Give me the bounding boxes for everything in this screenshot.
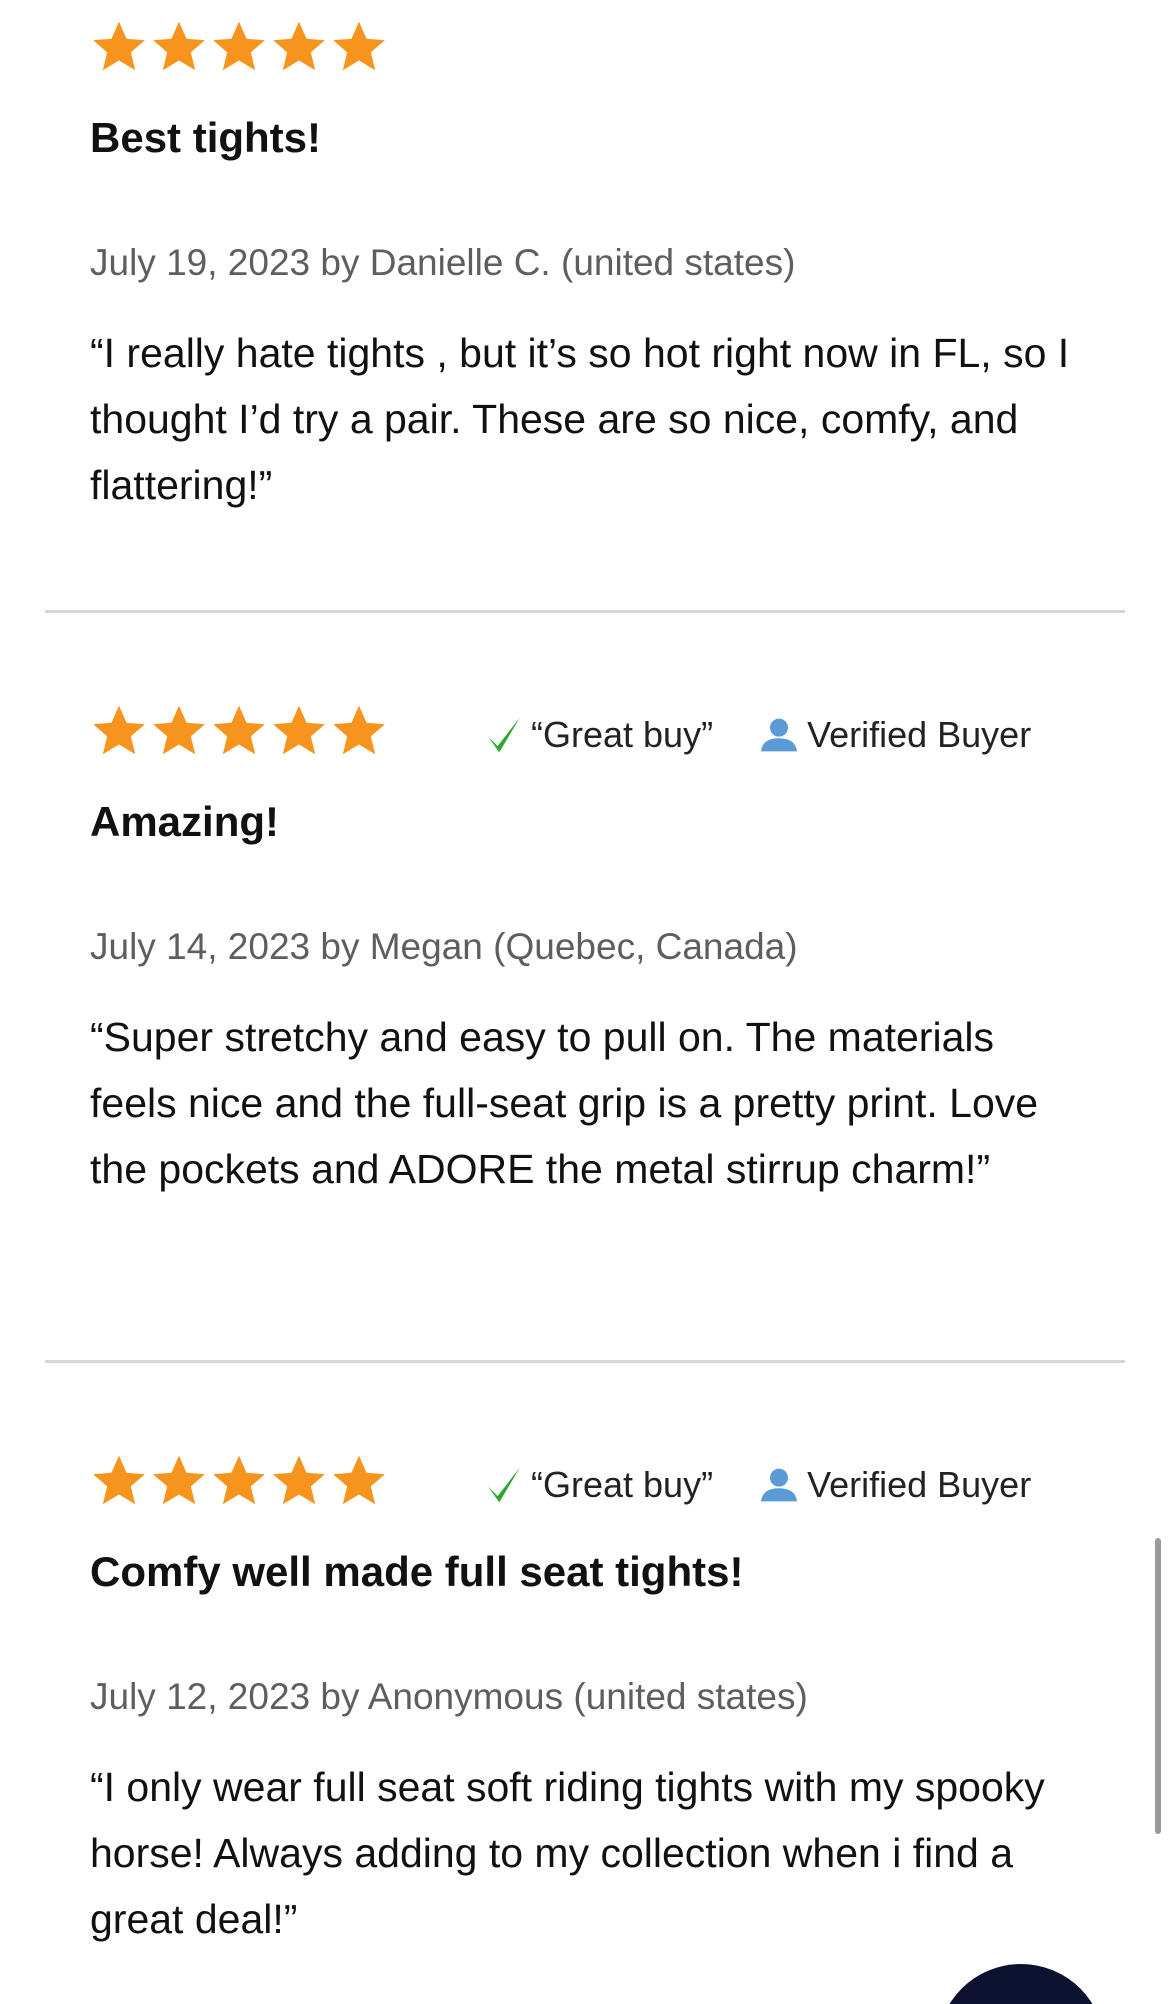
review-meta: July 14, 2023 by Megan (Quebec, Canada): [90, 926, 798, 967]
star-icon: [213, 705, 265, 755]
review-divider: [45, 610, 1125, 613]
star-icon: [333, 1455, 385, 1505]
star-icon: [273, 1455, 325, 1505]
verified-buyer-badge: Verified Buyer: [759, 1464, 1031, 1506]
review-text: “I only wear full seat soft riding tight…: [90, 1764, 1045, 1942]
star-rating: [90, 18, 388, 82]
star-icon: [213, 1455, 265, 1505]
verified-buyer-label: Verified Buyer: [807, 714, 1032, 755]
star-icon: [273, 705, 325, 755]
review-title: Comfy well made full seat tights!: [90, 1548, 744, 1595]
verified-buyer-badge: Verified Buyer: [759, 714, 1031, 756]
star-icon: [273, 21, 325, 71]
reviews-list: Best tights! July 19, 2023 by Danielle C…: [0, 0, 1170, 2004]
review-text: “I really hate tights , but it’s so hot …: [90, 330, 1070, 508]
checkmark-icon: [488, 1467, 520, 1503]
star-rating: [90, 1452, 388, 1516]
star-icon: [93, 1455, 145, 1505]
star-icon: [153, 1455, 205, 1505]
review-meta: July 12, 2023 by Anonymous (united state…: [90, 1676, 808, 1717]
review-badges: “Great buy” Verified Buyer: [485, 1464, 1031, 1506]
review-badges: “Great buy” Verified Buyer: [485, 714, 1031, 756]
star-icon: [333, 705, 385, 755]
great-buy-label: “Great buy”: [531, 714, 714, 755]
review-item: “Great buy” Verified Buyer Amazing! July…: [90, 702, 1090, 1302]
review-text: “Super stretchy and easy to pull on. The…: [90, 1014, 1039, 1192]
star-rating: [90, 702, 388, 766]
review-item: “Great buy” Verified Buyer Comfy well ma…: [90, 1452, 1090, 1992]
star-icon: [153, 21, 205, 71]
scrollbar[interactable]: [1155, 1538, 1161, 1834]
review-item: Best tights! July 19, 2023 by Danielle C…: [90, 18, 1090, 518]
star-icon: [93, 21, 145, 71]
review-divider: [45, 1360, 1125, 1363]
review-title: Amazing!: [90, 798, 279, 845]
user-icon: [761, 1468, 798, 1502]
review-title: Best tights!: [90, 114, 321, 161]
verified-buyer-label: Verified Buyer: [807, 1464, 1032, 1505]
star-icon: [93, 705, 145, 755]
star-icon: [333, 21, 385, 71]
checkmark-icon: [488, 717, 520, 753]
star-icon: [153, 705, 205, 755]
great-buy-label: “Great buy”: [531, 1464, 714, 1505]
review-meta: July 19, 2023 by Danielle C. (united sta…: [90, 242, 796, 283]
great-buy-badge: “Great buy”: [485, 1464, 713, 1506]
star-icon: [213, 21, 265, 71]
great-buy-badge: “Great buy”: [485, 714, 713, 756]
user-icon: [761, 718, 798, 752]
